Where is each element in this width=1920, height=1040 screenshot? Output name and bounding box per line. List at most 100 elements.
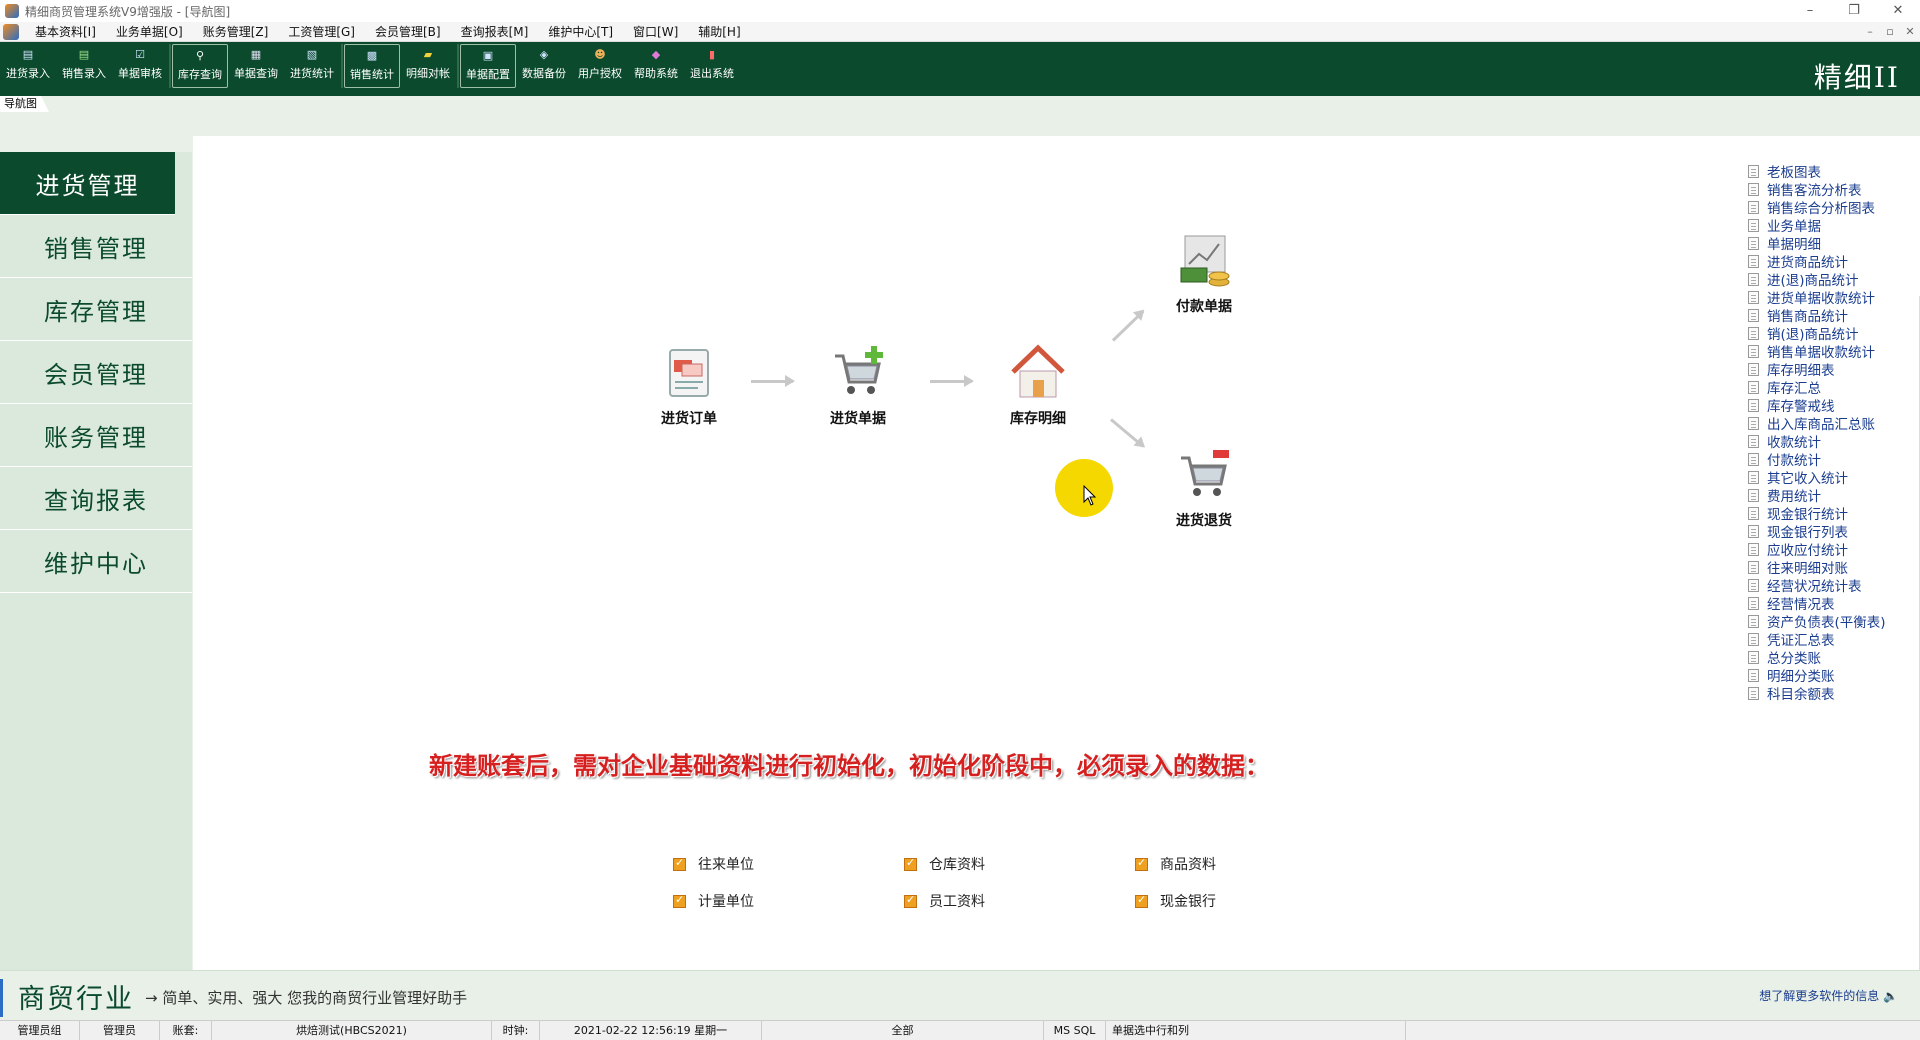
- sales-entry-button[interactable]: ▤ 销售录入: [56, 44, 112, 88]
- report-link[interactable]: 总分类账: [1748, 648, 1886, 667]
- sales-entry-icon: ▤: [78, 48, 90, 61]
- report-link[interactable]: 现金银行统计: [1748, 504, 1886, 523]
- more-info-link[interactable]: 想了解更多软件的信息 🔈: [1759, 987, 1898, 1004]
- exit-button[interactable]: ▮ 退出系统: [684, 44, 740, 88]
- report-link[interactable]: 销售综合分析图表: [1748, 198, 1886, 217]
- report-link[interactable]: 销售客流分析表: [1748, 180, 1886, 199]
- user-auth-icon: ☻: [594, 48, 606, 61]
- restore-button[interactable]: ❐: [1832, 0, 1876, 22]
- required-products[interactable]: 商品资料: [1135, 854, 1216, 874]
- mdi-minimize-button[interactable]: –: [1860, 22, 1880, 42]
- report-link[interactable]: 付款统计: [1748, 450, 1886, 469]
- window-title: 精细商贸管理系统V9增强版 - [导航图]: [25, 4, 231, 19]
- required-employees[interactable]: 员工资料: [904, 891, 985, 911]
- toolbar-separator: [341, 44, 343, 88]
- report-link[interactable]: 应收应付统计: [1748, 540, 1886, 559]
- menu-help[interactable]: 辅助[H]: [688, 23, 750, 40]
- report-link[interactable]: 销售商品统计: [1748, 306, 1886, 325]
- required-units[interactable]: 计量单位: [673, 891, 754, 911]
- flow-purchase-order[interactable]: 进货订单: [634, 344, 744, 428]
- document-icon: [1748, 488, 1759, 502]
- sidebar-item-reports[interactable]: 查询报表: [0, 467, 192, 530]
- report-link[interactable]: 资产负债表(平衡表): [1748, 612, 1886, 631]
- menu-reports[interactable]: 查询报表[M]: [451, 23, 539, 40]
- doc-query-button[interactable]: ▦ 单据查询: [228, 44, 284, 88]
- menu-business-docs[interactable]: 业务单据[O]: [106, 23, 193, 40]
- report-link[interactable]: 费用统计: [1748, 486, 1886, 505]
- report-link[interactable]: 收款统计: [1748, 432, 1886, 451]
- status-database: MS SQL: [1044, 1020, 1106, 1040]
- report-link[interactable]: 往来明细对账: [1748, 558, 1886, 577]
- help-button[interactable]: ◆ 帮助系统: [628, 44, 684, 88]
- doc-config-button[interactable]: ▣ 单据配置: [460, 44, 516, 88]
- init-notice: 新建账套后，需对企业基础资料进行初始化，初始化阶段中，必须录入的数据：: [429, 751, 1269, 780]
- sidebar-item-inventory[interactable]: 库存管理: [0, 278, 192, 341]
- flow-arrow: [1111, 310, 1145, 342]
- menu-members[interactable]: 会员管理[B]: [365, 23, 451, 40]
- user-auth-button[interactable]: ☻ 用户授权: [572, 44, 628, 88]
- document-icon: [1748, 200, 1759, 214]
- doc-query-icon: ▦: [250, 48, 262, 61]
- detail-reconcile-button[interactable]: ▰ 明细对帐: [400, 44, 456, 88]
- purchase-order-icon: [660, 344, 718, 402]
- report-link[interactable]: 凭证汇总表: [1748, 630, 1886, 649]
- sidebar-item-maintenance[interactable]: 维护中心: [0, 530, 192, 593]
- report-link[interactable]: 库存警戒线: [1748, 396, 1886, 415]
- document-icon: [1748, 326, 1759, 340]
- report-link[interactable]: 业务单据: [1748, 216, 1886, 235]
- flow-purchase-doc[interactable]: 进货单据: [803, 344, 913, 428]
- report-link[interactable]: 单据明细: [1748, 234, 1886, 253]
- tab-strip: 导航图: [0, 96, 1920, 112]
- flow-stock-detail[interactable]: 库存明细: [983, 344, 1093, 428]
- report-link[interactable]: 库存明细表: [1748, 360, 1886, 379]
- menu-payroll[interactable]: 工资管理[G]: [278, 23, 365, 40]
- document-icon: [1748, 542, 1759, 556]
- purchase-entry-button[interactable]: ▤ 进货录入: [0, 44, 56, 88]
- report-link[interactable]: 其它收入统计: [1748, 468, 1886, 487]
- report-link[interactable]: 进货商品统计: [1748, 252, 1886, 271]
- doc-audit-button[interactable]: ☑ 单据审核: [112, 44, 168, 88]
- sidebar-item-purchase[interactable]: 进货管理: [0, 152, 175, 215]
- report-link[interactable]: 进货单据收款统计: [1748, 288, 1886, 307]
- purchase-stats-icon: ▧: [306, 48, 318, 61]
- status-account: 烘焙测试(HBCS2021): [212, 1020, 492, 1040]
- report-link[interactable]: 库存汇总: [1748, 378, 1886, 397]
- required-warehouse[interactable]: 仓库资料: [904, 854, 985, 874]
- sidebar-item-sales[interactable]: 销售管理: [0, 215, 192, 278]
- report-link[interactable]: 科目余额表: [1748, 684, 1886, 703]
- sidebar-item-accounting[interactable]: 账务管理: [0, 404, 192, 467]
- required-cash-bank[interactable]: 现金银行: [1135, 891, 1216, 911]
- mdi-close-button[interactable]: ✕: [1900, 22, 1920, 42]
- mdi-restore-button[interactable]: ▫: [1880, 22, 1900, 42]
- report-link[interactable]: 经营情况表: [1748, 594, 1886, 613]
- report-link[interactable]: 老板图表: [1748, 162, 1886, 181]
- menu-window[interactable]: 窗口[W]: [623, 23, 688, 40]
- backup-button[interactable]: ◈ 数据备份: [516, 44, 572, 88]
- navigation-panel: 进货订单 进货单据 库存明细 付款单据 进货退货 新建账套后，需对企业基础资料进…: [193, 136, 1920, 1040]
- report-link[interactable]: 出入库商品汇总账: [1748, 414, 1886, 433]
- report-link[interactable]: 销(退)商品统计: [1748, 324, 1886, 343]
- flow-purchase-return[interactable]: 进货退货: [1149, 446, 1259, 530]
- report-link[interactable]: 明细分类账: [1748, 666, 1886, 685]
- stock-query-button[interactable]: ⚲ 库存查询: [172, 44, 228, 88]
- flow-payment-doc[interactable]: 付款单据: [1149, 232, 1259, 316]
- required-partners[interactable]: 往来单位: [673, 854, 754, 874]
- document-icon: [1748, 632, 1759, 646]
- close-button[interactable]: ✕: [1876, 0, 1920, 22]
- report-link[interactable]: 进(退)商品统计: [1748, 270, 1886, 289]
- sales-stats-button[interactable]: ▩ 销售统计: [344, 44, 400, 88]
- menu-basic-data[interactable]: 基本资料[I]: [25, 23, 106, 40]
- menu-maintenance[interactable]: 维护中心[T]: [538, 23, 623, 40]
- help-icon: ◆: [651, 48, 661, 61]
- menu-accounting[interactable]: 账务管理[Z]: [193, 23, 279, 40]
- minimize-button[interactable]: –: [1788, 0, 1832, 22]
- report-link[interactable]: 现金银行列表: [1748, 522, 1886, 541]
- sidebar-item-members[interactable]: 会员管理: [0, 341, 192, 404]
- tab-navigation-map[interactable]: 导航图: [0, 96, 49, 112]
- report-link[interactable]: 经营状况统计表: [1748, 576, 1886, 595]
- system-menu-icon[interactable]: [3, 23, 19, 40]
- window-titlebar: 精细商贸管理系统V9增强版 - [导航图] – ❐ ✕: [0, 0, 1920, 22]
- purchase-stats-button[interactable]: ▧ 进货统计: [284, 44, 340, 88]
- report-link[interactable]: 销售单据收款统计: [1748, 342, 1886, 361]
- document-icon: [1748, 416, 1759, 430]
